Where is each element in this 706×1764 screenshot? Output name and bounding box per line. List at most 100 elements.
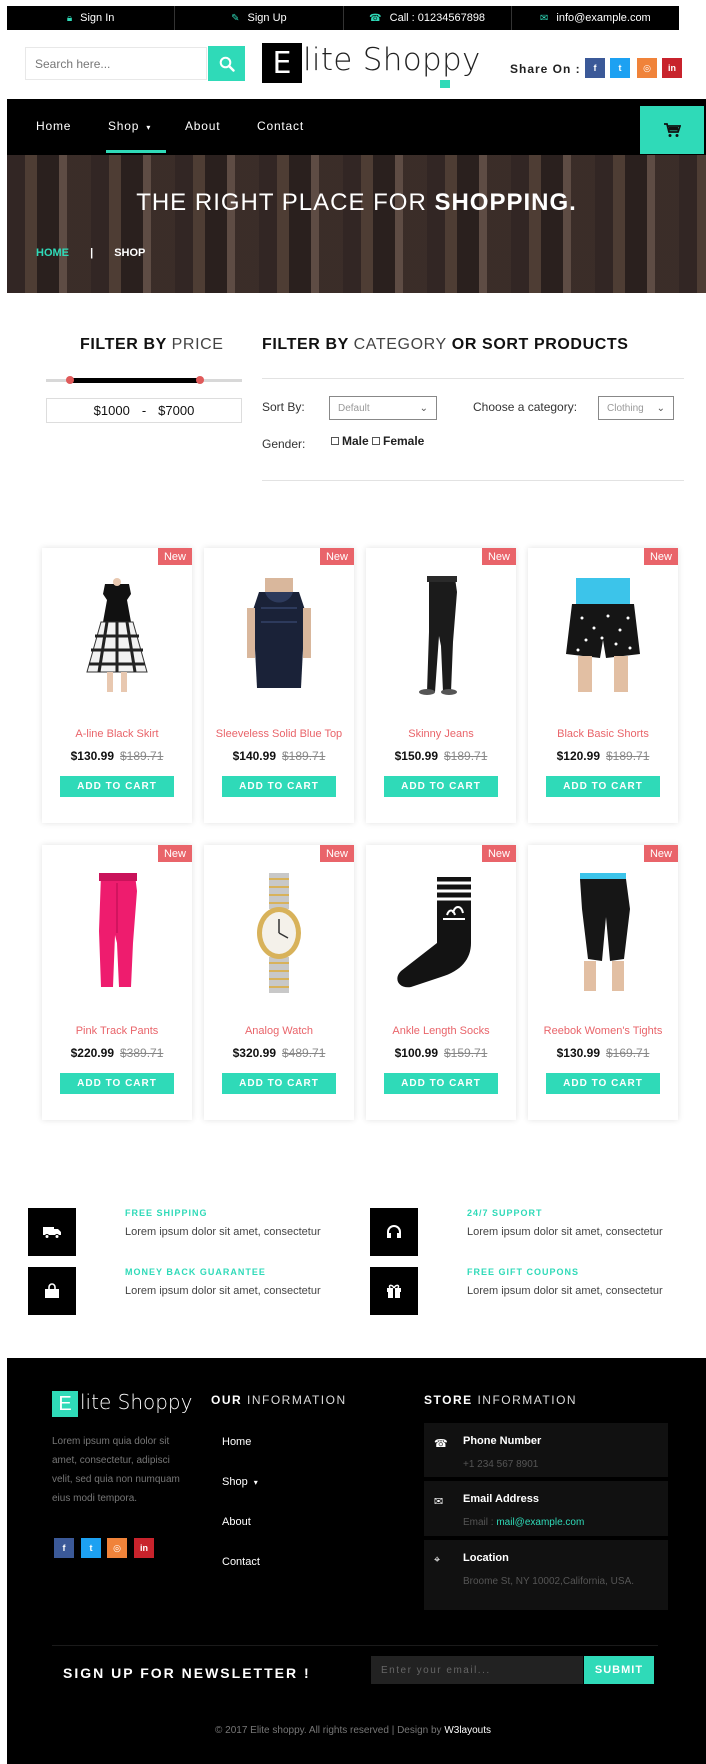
add-to-cart-button[interactable]: ADD TO CART [222, 776, 336, 797]
product-card[interactable]: New Ankle Length Socks $100.99 $159.71 AD… [366, 845, 516, 1120]
add-to-cart-button[interactable]: ADD TO CART [60, 776, 174, 797]
footer-link-contact[interactable]: Contact [222, 1556, 260, 1568]
email-link[interactable]: ✉ info@example.com [512, 6, 679, 30]
price-old: $189.71 [606, 749, 650, 763]
product-image[interactable] [553, 873, 653, 993]
gender-female-checkbox[interactable]: Female [372, 434, 424, 448]
product-name[interactable]: Reebok Women's Tights [528, 1025, 678, 1037]
footer-link-shop[interactable]: Shop ▾ [222, 1476, 258, 1488]
product-image[interactable] [67, 576, 167, 696]
product-name[interactable]: Analog Watch [204, 1025, 354, 1037]
footer-logo-text[interactable]: lite Shoppy [80, 1390, 192, 1414]
facebook-icon[interactable]: f [585, 58, 605, 78]
caret-down-icon: ▾ [253, 1478, 258, 1487]
pinterest-icon[interactable]: in [134, 1538, 154, 1558]
add-to-cart-button[interactable]: ADD TO CART [384, 1073, 498, 1094]
facebook-icon[interactable]: f [54, 1538, 74, 1558]
product-card[interactable]: New A-line Black Skirt $130.99 $189.71 AD… [42, 548, 192, 823]
product-image[interactable] [391, 873, 491, 993]
product-card[interactable]: New Pink Track Pants $220.99 $389.71 ADD … [42, 845, 192, 1120]
add-to-cart-button[interactable]: ADD TO CART [546, 1073, 660, 1094]
product-card[interactable]: New Sleeveless Solid Blue Top $140.99 $18… [204, 548, 354, 823]
black-shorts-image [566, 578, 640, 692]
copyright-text: © 2017 Elite shoppy. All rights reserved… [214, 1725, 445, 1736]
nav-shop[interactable]: Shop ▾ [108, 119, 151, 133]
twitter-icon[interactable]: t [81, 1538, 101, 1558]
new-badge: New [482, 548, 516, 565]
product-image[interactable] [229, 576, 329, 696]
banner-title: THE RIGHT PLACE FOR SHOPPING. [7, 189, 706, 217]
store-email-prefix: Email : [463, 1517, 497, 1528]
filter-category-bold2: OR SORT PRODUCTS [446, 336, 629, 353]
add-to-cart-button[interactable]: ADD TO CART [60, 1073, 174, 1094]
feature-title: FREE SHIPPING [125, 1208, 208, 1218]
edit-icon: ✎ [231, 12, 240, 24]
gender-male-label: Male [342, 434, 369, 448]
product-price: $320.99 $489.71 [204, 1046, 354, 1060]
product-card[interactable]: New Black Basic Shorts $120.99 $189.71 AD… [528, 548, 678, 823]
filter-divider-top [262, 378, 684, 379]
product-name[interactable]: Sleeveless Solid Blue Top [204, 728, 354, 740]
breadcrumb-home[interactable]: HOME [36, 247, 69, 259]
product-image[interactable] [229, 873, 329, 993]
cart-button[interactable] [640, 106, 704, 154]
add-to-cart-button[interactable]: ADD TO CART [546, 776, 660, 797]
store-email-link[interactable]: mail@example.com [496, 1517, 584, 1528]
price-separator: - [141, 403, 147, 418]
price-slider-max-handle[interactable] [196, 376, 204, 384]
product-name[interactable]: Black Basic Shorts [528, 728, 678, 740]
logo-letter[interactable]: E [262, 43, 302, 83]
nav-contact[interactable]: Contact [257, 119, 304, 133]
search-input[interactable]: Search here... [25, 47, 207, 80]
nav-about[interactable]: About [185, 119, 220, 133]
sort-select[interactable]: Default ⌄ [329, 396, 437, 420]
breadcrumb: HOME | SHOP [36, 247, 145, 259]
filter-price-bold: FILTER BY [80, 336, 172, 353]
footer-link-home[interactable]: Home [222, 1436, 251, 1448]
category-select[interactable]: Clothing ⌄ [598, 396, 674, 420]
nav-home[interactable]: Home [36, 119, 71, 133]
gender-male-checkbox[interactable]: Male [331, 434, 369, 448]
main-nav: Home Shop ▾ About Contact [7, 99, 706, 155]
pinterest-icon[interactable]: in [662, 58, 682, 78]
product-image[interactable] [391, 576, 491, 696]
newsletter-email-input[interactable]: Enter your email... [371, 1656, 583, 1684]
breadcrumb-current: SHOP [114, 247, 146, 259]
product-image[interactable] [67, 873, 167, 993]
add-to-cart-button[interactable]: ADD TO CART [222, 1073, 336, 1094]
footer-logo-letter[interactable]: E [52, 1391, 78, 1417]
newsletter-divider [52, 1645, 658, 1646]
add-to-cart-button[interactable]: ADD TO CART [384, 776, 498, 797]
tights-image [580, 873, 630, 991]
product-card[interactable]: New Analog Watch $320.99 $489.71 ADD TO C… [204, 845, 354, 1120]
product-image[interactable] [553, 576, 653, 696]
new-badge: New [158, 548, 192, 565]
sign-up-link[interactable]: ✎ Sign Up [175, 6, 344, 30]
product-card[interactable]: New Skinny Jeans $150.99 $189.71 ADD TO C… [366, 548, 516, 823]
price-current: $150.99 [394, 749, 438, 763]
product-name[interactable]: Ankle Length Socks [366, 1025, 516, 1037]
newsletter-title: SIGN UP FOR NEWSLETTER ! [63, 1665, 311, 1681]
designer-link[interactable]: W3layouts [444, 1725, 491, 1736]
logo-text[interactable]: lite Shoppy [303, 42, 481, 78]
twitter-icon[interactable]: t [610, 58, 630, 78]
product-name[interactable]: A-line Black Skirt [42, 728, 192, 740]
instagram-icon[interactable]: ◎ [107, 1538, 127, 1558]
phone-icon: ☎ [369, 12, 382, 24]
instagram-icon[interactable]: ◎ [637, 58, 657, 78]
search-button[interactable] [208, 46, 245, 81]
sign-in-link[interactable]: 🔒︎ Sign In [7, 6, 176, 30]
price-old: $189.71 [120, 749, 164, 763]
price-current: $320.99 [232, 1046, 276, 1060]
store-email: ✉ Email Address Email : mail@example.com [424, 1481, 668, 1536]
price-slider-min-handle[interactable] [66, 376, 74, 384]
price-current: $220.99 [70, 1046, 114, 1060]
newsletter-submit-button[interactable]: SUBMIT [584, 1656, 654, 1684]
product-price: $130.99 $189.71 [42, 749, 192, 763]
product-name[interactable]: Pink Track Pants [42, 1025, 192, 1037]
product-card[interactable]: New Reebok Women's Tights $130.99 $169.71… [528, 845, 678, 1120]
analog-watch-image [257, 873, 301, 993]
product-name[interactable]: Skinny Jeans [366, 728, 516, 740]
footer-link-about[interactable]: About [222, 1516, 251, 1528]
phone-icon: ☎ [434, 1438, 448, 1450]
